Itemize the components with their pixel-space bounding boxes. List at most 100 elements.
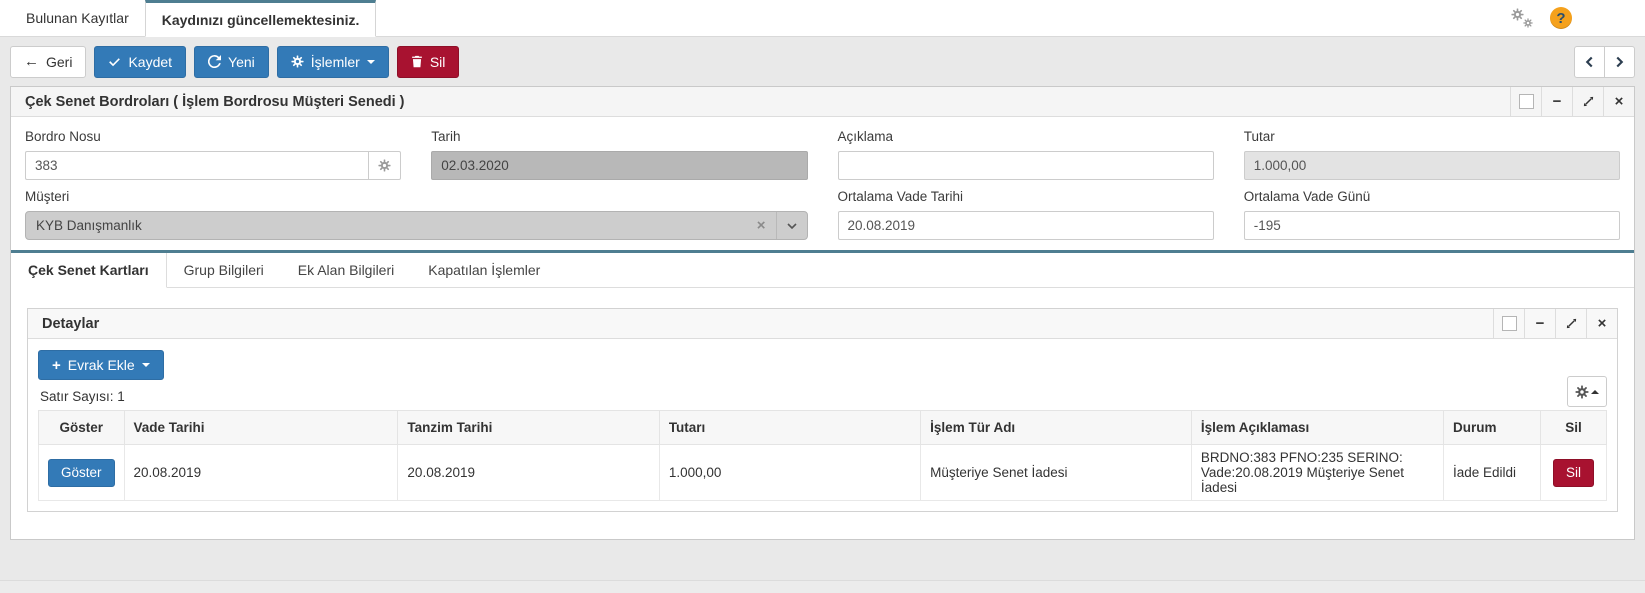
musteri-select: KYB Danışmanlık × bbox=[25, 211, 808, 240]
cell-tutari: 1.000,00 bbox=[659, 445, 920, 501]
arrow-left-icon: ← bbox=[24, 54, 39, 69]
ortalama-vade-tarihi-label: Ortalama Vade Tarihi bbox=[838, 189, 1214, 204]
gear-icon bbox=[291, 55, 304, 68]
clear-selection-icon[interactable]: × bbox=[747, 217, 776, 234]
check-icon bbox=[108, 55, 121, 68]
details-panel: Detaylar − × bbox=[27, 308, 1618, 512]
details-table: Göster Vade Tarihi Tanzim Tarihi Tutarı … bbox=[38, 410, 1607, 501]
help-icon[interactable]: ? bbox=[1550, 7, 1572, 29]
actions-dropdown-button[interactable]: İşlemler bbox=[277, 46, 389, 78]
settings-gears-icon[interactable] bbox=[1511, 8, 1533, 28]
chevron-down-icon bbox=[787, 223, 797, 229]
panel-expand-button[interactable] bbox=[1555, 309, 1586, 338]
bordro-nosu-settings-button[interactable] bbox=[368, 151, 401, 180]
tutar-label: Tutar bbox=[1244, 129, 1620, 144]
field-tarih: Tarih bbox=[431, 129, 807, 180]
cell-tanzim-tarihi: 20.08.2019 bbox=[398, 445, 659, 501]
tab-ek-alan-bilgileri[interactable]: Ek Alan Bilgileri bbox=[281, 253, 412, 287]
top-tab-bar: Bulunan Kayıtlar Kaydınızı güncellemekte… bbox=[0, 0, 1645, 37]
checkbox bbox=[1519, 94, 1534, 109]
page-footer bbox=[0, 540, 1645, 593]
cell-islem-tur-adi: Müşteriye Senet İadesi bbox=[921, 445, 1192, 501]
tarih-label: Tarih bbox=[431, 129, 807, 144]
back-button[interactable]: ← Geri bbox=[10, 46, 86, 78]
tab-kayit-guncelleme[interactable]: Kaydınızı güncellemektesiniz. bbox=[145, 0, 377, 37]
caret-down-icon bbox=[367, 60, 375, 64]
ortalama-vade-tarihi-input[interactable] bbox=[838, 211, 1214, 240]
panel-select-checkbox[interactable] bbox=[1493, 309, 1524, 338]
chevron-left-icon bbox=[1585, 56, 1594, 68]
col-header-durum: Durum bbox=[1444, 411, 1541, 445]
next-record-button[interactable] bbox=[1604, 46, 1635, 78]
delete-row-button[interactable]: Sil bbox=[1553, 459, 1594, 487]
col-header-vade-tarihi: Vade Tarihi bbox=[124, 411, 398, 445]
tutar-input bbox=[1244, 151, 1620, 180]
delete-button[interactable]: Sil bbox=[397, 46, 460, 78]
caret-up-icon bbox=[1591, 390, 1599, 394]
panel-close-button[interactable]: × bbox=[1586, 309, 1617, 338]
bordro-panel-controls: − × bbox=[1510, 87, 1634, 116]
bordro-nosu-label: Bordro Nosu bbox=[25, 129, 401, 144]
panel-close-button[interactable]: × bbox=[1603, 87, 1634, 116]
bordro-panel-title: Çek Senet Bordroları ( İşlem Bordrosu Mü… bbox=[11, 87, 1510, 116]
bordro-form: Bordro Nosu bbox=[11, 117, 1634, 250]
sub-tab-bar: Çek Senet Kartları Grup Bilgileri Ek Ala… bbox=[11, 250, 1634, 288]
cell-durum: İade Edildi bbox=[1444, 445, 1541, 501]
add-document-dropdown-button[interactable]: + Evrak Ekle bbox=[38, 350, 164, 380]
chevron-right-icon bbox=[1615, 56, 1624, 68]
checkbox bbox=[1502, 316, 1517, 331]
details-toolbar: + Evrak Ekle Satır Sayısı: 1 bbox=[38, 350, 1607, 407]
panel-minimize-button[interactable]: − bbox=[1524, 309, 1555, 338]
col-header-islem-tur-adi: İşlem Tür Adı bbox=[921, 411, 1192, 445]
details-panel-header: Detaylar − × bbox=[28, 309, 1617, 339]
trash-icon bbox=[411, 55, 423, 68]
musteri-selected-value: KYB Danışmanlık bbox=[36, 218, 142, 233]
field-bordro-nosu: Bordro Nosu bbox=[25, 129, 401, 180]
previous-record-button[interactable] bbox=[1574, 46, 1605, 78]
plus-icon: + bbox=[52, 358, 61, 373]
new-button[interactable]: Yeni bbox=[194, 46, 269, 78]
tab-bulunan-kayitlar[interactable]: Bulunan Kayıtlar bbox=[10, 0, 145, 36]
musteri-dropdown-toggle[interactable] bbox=[776, 212, 807, 239]
panel-minimize-button[interactable]: − bbox=[1541, 87, 1572, 116]
gear-icon bbox=[1523, 18, 1533, 28]
ortalama-vade-gunu-input[interactable] bbox=[1244, 211, 1620, 240]
table-settings-button[interactable] bbox=[1567, 376, 1607, 407]
aciklama-label: Açıklama bbox=[838, 129, 1214, 144]
panel-expand-button[interactable] bbox=[1572, 87, 1603, 116]
tab-kapatilan-islemler[interactable]: Kapatılan İşlemler bbox=[411, 253, 557, 287]
col-header-tutari: Tutarı bbox=[659, 411, 920, 445]
expand-icon bbox=[1565, 317, 1578, 330]
field-ortalama-vade-gunu: Ortalama Vade Günü bbox=[1244, 189, 1620, 240]
tab-cek-senet-kartlari[interactable]: Çek Senet Kartları bbox=[11, 253, 167, 288]
expand-icon bbox=[1582, 95, 1595, 108]
toolbar: ← Geri Kaydet Yeni İşlemler bbox=[0, 37, 1645, 86]
field-tutar: Tutar bbox=[1244, 129, 1620, 180]
tab-content: Detaylar − × bbox=[11, 288, 1634, 539]
field-musteri: Müşteri KYB Danışmanlık × bbox=[25, 189, 808, 240]
field-aciklama: Açıklama bbox=[838, 129, 1214, 180]
col-header-tanzim-tarihi: Tanzim Tarihi bbox=[398, 411, 659, 445]
gear-icon bbox=[378, 159, 391, 172]
tab-grup-bilgileri[interactable]: Grup Bilgileri bbox=[167, 253, 281, 287]
musteri-label: Müşteri bbox=[25, 189, 808, 204]
cell-sil: Sil bbox=[1541, 445, 1607, 501]
bordro-nosu-input[interactable] bbox=[25, 151, 368, 180]
row-count-label: Satır Sayısı: 1 bbox=[40, 389, 164, 404]
refresh-icon bbox=[208, 55, 221, 68]
details-panel-controls: − × bbox=[1493, 309, 1617, 338]
cell-vade-tarihi: 20.08.2019 bbox=[124, 445, 398, 501]
aciklama-input[interactable] bbox=[838, 151, 1214, 180]
caret-down-icon bbox=[142, 363, 150, 367]
details-panel-title: Detaylar bbox=[28, 309, 1493, 338]
save-button[interactable]: Kaydet bbox=[94, 46, 186, 78]
cell-goster: Göster bbox=[39, 445, 125, 501]
panel-select-checkbox[interactable] bbox=[1510, 87, 1541, 116]
show-row-button[interactable]: Göster bbox=[48, 459, 115, 487]
bordro-panel-header: Çek Senet Bordroları ( İşlem Bordrosu Mü… bbox=[11, 87, 1634, 117]
record-pager bbox=[1574, 46, 1635, 78]
col-header-islem-aciklamasi: İşlem Açıklaması bbox=[1191, 411, 1443, 445]
col-header-goster: Göster bbox=[39, 411, 125, 445]
field-ortalama-vade-tarihi: Ortalama Vade Tarihi bbox=[838, 189, 1214, 240]
table-header-row: Göster Vade Tarihi Tanzim Tarihi Tutarı … bbox=[39, 411, 1607, 445]
